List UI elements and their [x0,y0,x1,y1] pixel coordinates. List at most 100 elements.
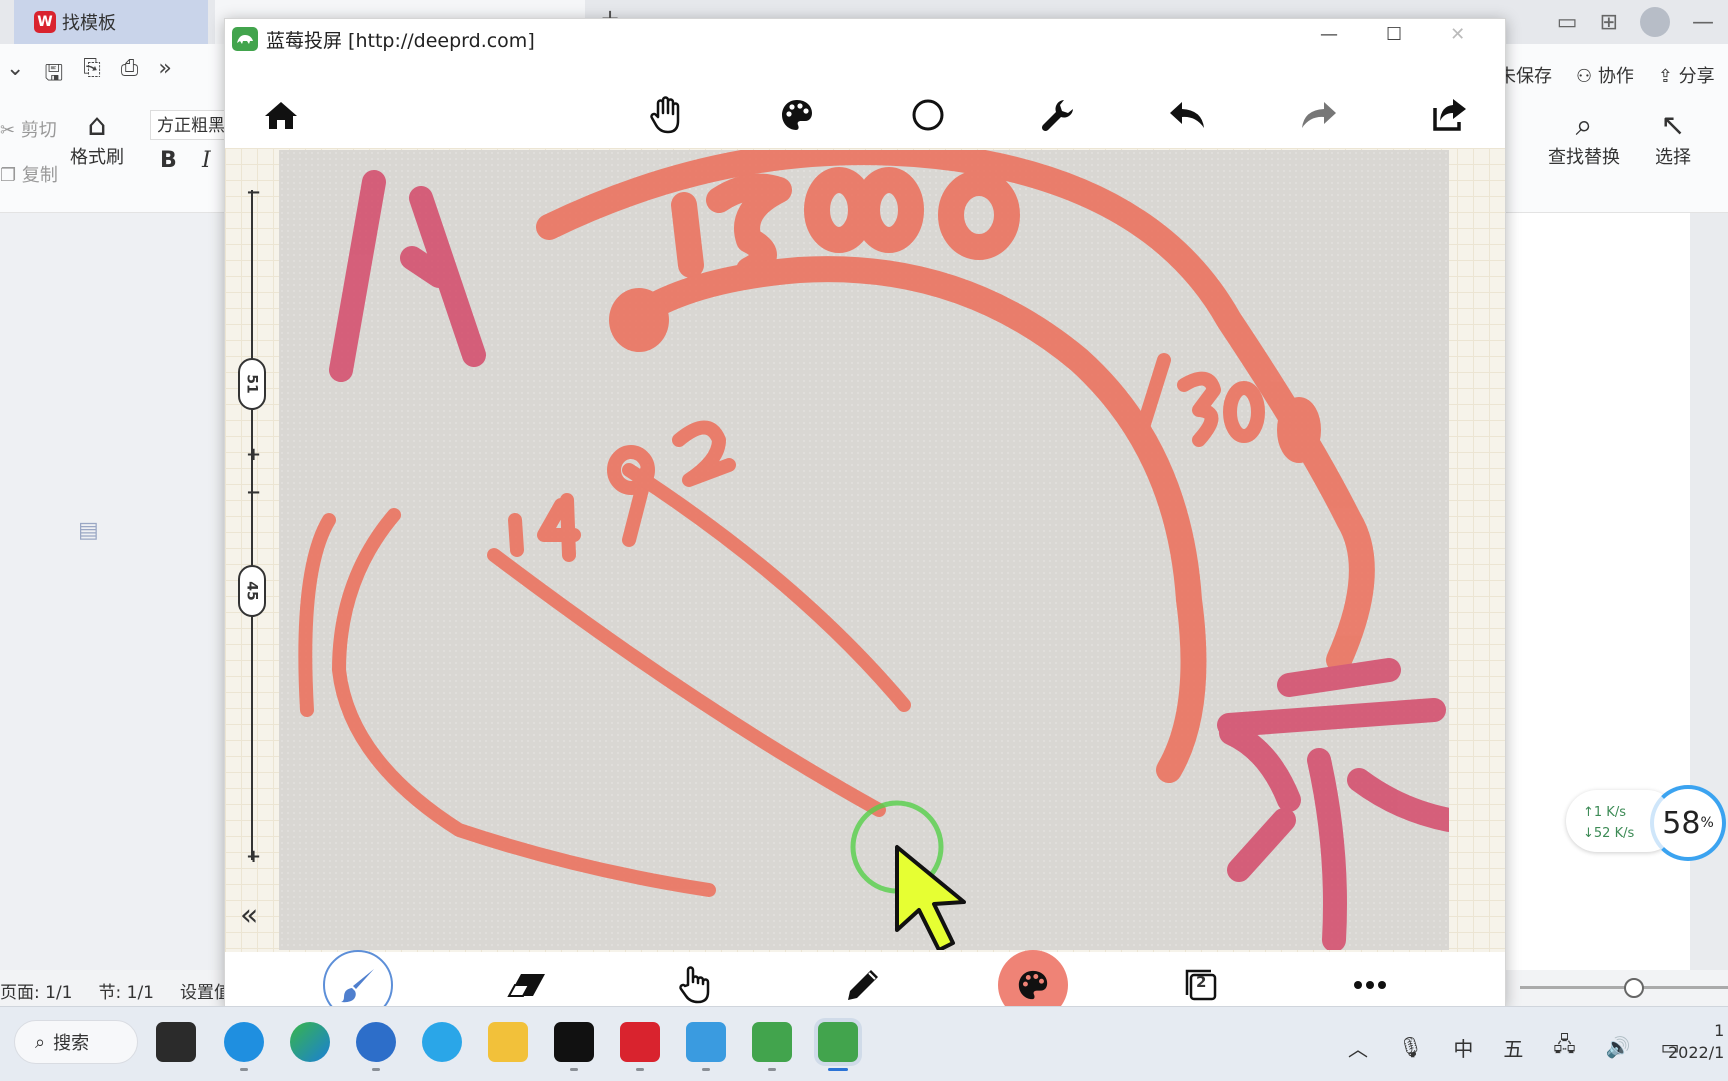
download-speed: ↓52 K/s [1583,826,1635,841]
wps-office-icon[interactable] [620,1022,660,1062]
print-icon[interactable]: ⎙ [121,56,139,94]
layout-icon[interactable]: ▭ [1557,10,1578,35]
taskbar-search[interactable]: ⌕ 搜索 [14,1020,138,1064]
undo-icon[interactable] [1166,93,1210,137]
italic-button[interactable]: I [202,148,211,173]
tab-find-template[interactable]: W 找模板 [14,0,208,44]
task-view-icon[interactable] [156,1022,196,1062]
more-icon[interactable]: » [158,56,171,94]
bold-button[interactable]: B [160,148,177,173]
wps-logo-icon: W [34,11,56,33]
select-label: 选择 [1655,147,1691,168]
volume-icon[interactable]: 🔊 [1606,1035,1631,1059]
slider-bottom-plus[interactable]: + [246,846,261,867]
close-icon[interactable]: ✕ [1450,24,1465,45]
share-button[interactable]: ⇪ 分享 [1658,62,1715,88]
cut-button[interactable]: ✂ 剪切 [0,108,58,153]
running-indicator [570,1068,578,1071]
brush-size-slider[interactable]: − 51 + − 45 + [236,182,268,930]
find-replace-label: 查找替换 [1548,147,1620,168]
edge-browser-icon[interactable] [290,1022,330,1062]
qq-browser-icon[interactable] [422,1022,462,1062]
wrench-icon[interactable] [1036,93,1080,137]
running-indicator [372,1068,380,1071]
palette-icon[interactable] [775,93,819,137]
paintbrush-icon [341,969,374,1003]
minimize-icon[interactable]: — [1320,24,1338,45]
palette-icon [1018,970,1048,1000]
app-logo-icon [232,27,258,51]
find-replace-button[interactable]: ⌕ 查找替换 [1548,108,1620,169]
quick-access-toolbar: ⌄ 🖫 ⎘ ⎙ » [0,56,172,94]
slider-value-top: 51 [243,374,260,394]
taskbar-clock[interactable]: 1 2022/1 [1668,1020,1724,1064]
blueberry-cast-active-icon[interactable] [818,1022,858,1062]
copy-button[interactable]: ❐ 复制 [0,153,58,198]
avatar[interactable] [1640,7,1670,37]
ime-chinese[interactable]: 中 [1453,1033,1473,1062]
circle-shape-icon[interactable] [906,93,950,137]
cpu-unit: % [1700,815,1714,831]
doc-icon: ▤ [78,518,99,543]
drawing-diagonal-upper [622,463,911,712]
cpu-usage-ring[interactable]: 58% [1650,785,1726,861]
running-indicator [768,1068,776,1071]
zoom-slider-knob[interactable] [1624,978,1644,998]
drawing-number-1300 [1132,353,1321,463]
eraser-icon [507,974,545,997]
app-top-toolbar [225,80,1505,150]
slider-mid-minus[interactable]: − [246,482,261,503]
copy-label: 复制 [21,165,58,186]
cut-label: 剪切 [20,120,57,141]
clipboard-group: ✂ 剪切 ❐ 复制 [0,108,58,198]
save-status[interactable]: 未保存 [1498,62,1552,88]
system-tray: ︿ 🎙 中 五 🖧 🔊 ▭ [1348,1030,1680,1064]
drawing-diagonal-lower [487,548,886,817]
share-export-icon[interactable] [1427,93,1471,137]
terminal-icon[interactable] [554,1022,594,1062]
window-top-right-controls: ▭ ⊞ — [1557,4,1728,40]
ime-wubi[interactable]: 五 [1503,1033,1523,1062]
drawing-pink-glyph [1217,658,1449,950]
select-button[interactable]: ↖ 选择 [1655,108,1691,169]
handwriting-layer[interactable]: A [279,150,1449,950]
pointer-icon: ↖ [1660,108,1686,143]
share-label: 分享 [1678,66,1715,87]
chevron-down-icon[interactable]: ⌄ [6,56,24,94]
network-icon[interactable]: 🖧 [1553,1030,1575,1064]
ie-browser-icon[interactable] [224,1022,264,1062]
file-explorer-icon[interactable] [488,1022,528,1062]
slider-mid-plus[interactable]: + [246,444,261,465]
maximize-icon[interactable]: ☐ [1386,24,1402,45]
slider-handle-top[interactable]: 51 [238,358,266,410]
brush-icon: ⌂ [87,108,107,143]
minimize-icon[interactable]: — [1692,10,1714,35]
collab-button[interactable]: ⚇ 协作 [1576,62,1634,88]
slider-handle-bottom[interactable]: 45 [238,565,266,617]
search-icon: ⌕ [35,1031,46,1053]
hand-pointer-icon [679,966,710,1004]
tray-expand-icon[interactable]: ︿ [1348,1033,1368,1062]
font-name-select[interactable]: 方正粗黑 [150,110,230,140]
drawing-left-line [298,513,336,717]
save-icon[interactable]: 🖫 [44,56,63,94]
magnifier-icon: ⌕ [1575,108,1593,143]
blueberry-cast-icon[interactable] [752,1022,792,1062]
drawing-blob [609,288,669,352]
hand-icon[interactable] [645,93,689,137]
slider-top-minus[interactable]: − [246,182,261,203]
microphone-icon[interactable]: 🎙 [1398,1035,1423,1059]
grid-icon[interactable]: ⊞ [1600,10,1618,35]
redo-icon[interactable] [1296,93,1340,137]
app-title-bar: 蓝莓投屏 [http://deeprd.com] [232,24,535,54]
export-icon[interactable]: ⎘ [83,56,101,94]
window-controls: — ☐ ✕ [1320,24,1465,45]
home-icon[interactable] [259,93,303,137]
cpu-value: 58 [1662,805,1701,841]
collapse-chevron-icon[interactable]: « [240,898,258,933]
screen-recorder-icon[interactable] [686,1022,726,1062]
format-brush-button[interactable]: ⌂ 格式刷 [70,108,124,169]
browser-360-icon[interactable] [356,1022,396,1062]
search-label: 搜索 [53,1033,90,1054]
tab-label: 找模板 [62,13,116,34]
